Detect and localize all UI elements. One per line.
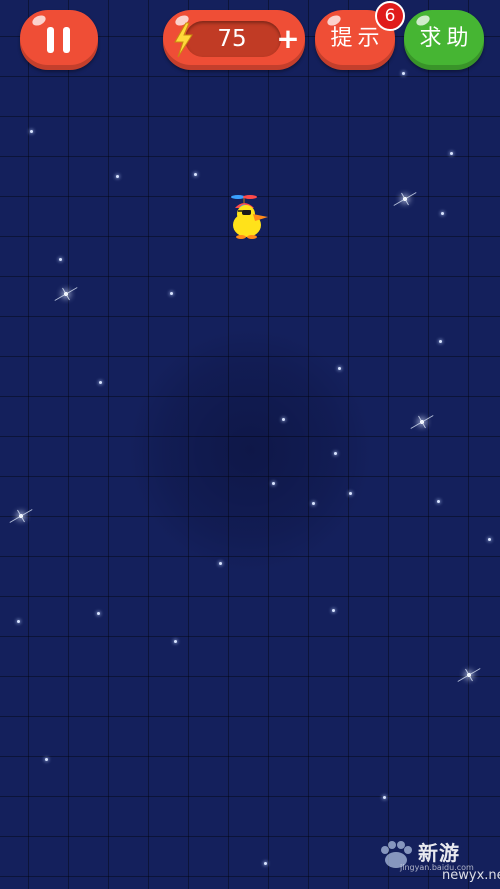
star bbox=[194, 173, 197, 176]
star bbox=[170, 292, 173, 295]
hint-count-badge: 6 bbox=[375, 1, 405, 31]
duck-character[interactable] bbox=[226, 193, 270, 245]
star bbox=[332, 609, 335, 612]
watermark-brand: 新游 bbox=[418, 841, 460, 865]
star bbox=[264, 862, 267, 865]
star bbox=[334, 452, 337, 455]
pause-button[interactable] bbox=[20, 10, 98, 70]
star bbox=[219, 562, 222, 565]
star bbox=[383, 796, 386, 799]
lightning-icon bbox=[172, 22, 194, 62]
star bbox=[437, 500, 440, 503]
sparkle-star bbox=[467, 673, 471, 677]
watermark: 新游 jingyan.baidu.com newyx.net bbox=[376, 836, 500, 889]
star bbox=[402, 72, 405, 75]
star bbox=[99, 381, 102, 384]
star bbox=[450, 152, 453, 155]
sparkle-star bbox=[403, 197, 407, 201]
star bbox=[30, 130, 33, 133]
sparkle-star bbox=[420, 420, 424, 424]
background-glow bbox=[130, 330, 370, 570]
sparkle-star bbox=[19, 514, 23, 518]
star bbox=[116, 175, 119, 178]
star bbox=[439, 340, 442, 343]
plus-icon[interactable]: + bbox=[274, 10, 302, 68]
sparkle-star bbox=[64, 292, 68, 296]
energy-value: 75 bbox=[217, 26, 247, 52]
star bbox=[312, 502, 315, 505]
star bbox=[45, 758, 48, 761]
star bbox=[282, 418, 285, 421]
help-label: 求助 bbox=[419, 26, 474, 51]
star bbox=[338, 367, 341, 370]
star bbox=[97, 612, 100, 615]
star bbox=[17, 620, 20, 623]
energy-counter: 75 + bbox=[163, 10, 305, 70]
star bbox=[174, 640, 177, 643]
star bbox=[272, 482, 275, 485]
watermark-domain: newyx.net bbox=[442, 868, 500, 883]
star bbox=[488, 538, 491, 541]
star bbox=[59, 258, 62, 261]
star bbox=[349, 492, 352, 495]
help-button[interactable]: 求助 bbox=[404, 10, 484, 70]
star bbox=[441, 212, 444, 215]
